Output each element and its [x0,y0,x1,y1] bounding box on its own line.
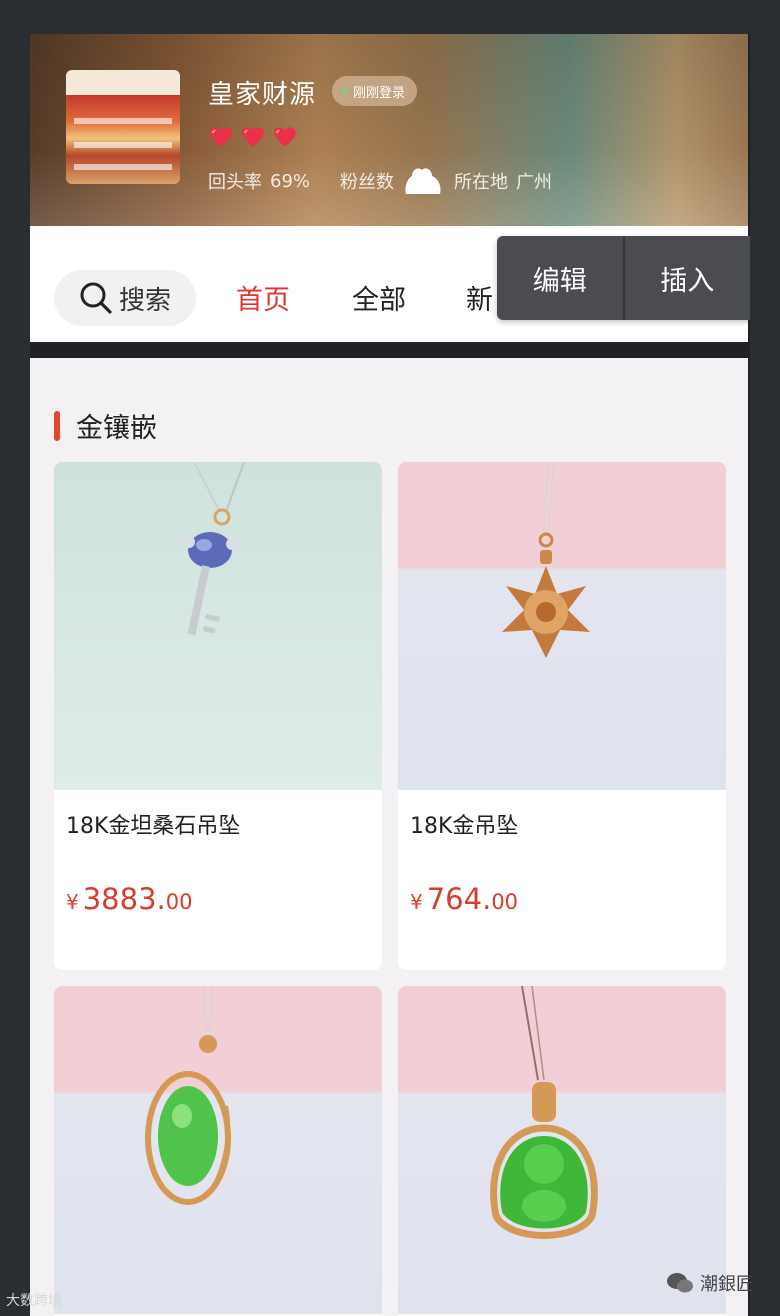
watermark-right-text: 潮銀匠 [700,1274,754,1295]
price-decimal: 00 [491,890,519,914]
price-integer: 764. [426,882,492,916]
tab-home[interactable]: 首页 [236,278,290,317]
location-value: 广州 [516,172,553,193]
shop-stats: 回头率 69% 粉丝数 所在地 广州 [208,164,552,198]
section-accent-bar [54,410,60,441]
product-image[interactable] [398,986,726,1314]
login-status-badge: 刚刚登录 [332,76,418,106]
wechat-icon [667,1273,693,1293]
edit-button[interactable]: 编辑 [497,236,623,320]
product-image[interactable] [54,986,382,1314]
price-decimal: 00 [165,890,193,914]
location-label: 所在地 [454,172,509,193]
product-card[interactable] [54,986,382,1316]
product-card[interactable] [398,986,726,1316]
repeat-rate: 回头率 69% [208,164,310,198]
section-header: 金镶嵌 [54,406,157,445]
shop-name: 皇家财源 [208,80,317,110]
watermark-left: 大数跨境 [6,1293,62,1309]
flower-pendant-image [502,462,590,658]
online-dot-icon [342,88,348,94]
product-image[interactable] [54,462,382,790]
fans-label: 粉丝数 [340,172,395,193]
location: 所在地 广州 [454,164,552,198]
watermark-right: 潮銀匠 [666,1270,754,1296]
product-name: 18K金吊坠 [410,814,519,839]
shop-header: 皇家财源 刚刚登录 回头率 69% 粉丝数 所在地 广州 [30,34,748,226]
product-section: 金镶嵌 18K金坦桑石吊坠 ¥ 3883. 00 18K金吊坠 ¥ 764. 0… [30,358,748,1316]
heart-icon [242,127,264,147]
redacted-blob-icon [405,168,441,194]
login-status-text: 刚刚登录 [353,85,406,101]
currency-symbol: ¥ [66,890,79,914]
heart-icon [274,127,296,147]
insert-button[interactable]: 插入 [625,236,751,320]
product-name: 18K金坦桑石吊坠 [66,814,241,839]
product-card[interactable]: 18K金坦桑石吊坠 ¥ 3883. 00 [54,462,382,970]
repeat-rate-label: 回头率 [208,172,262,193]
tab-new[interactable]: 新 [466,278,493,317]
section-title: 金镶嵌 [76,413,157,444]
product-card[interactable]: 18K金吊坠 ¥ 764. 00 [398,462,726,970]
shop-rating-hearts [208,124,298,150]
text-edit-popup: 编辑 插入 [497,236,750,320]
fans-count: 粉丝数 [340,164,454,198]
currency-symbol: ¥ [410,890,423,914]
search-button[interactable]: 搜索 [54,270,196,326]
key-pendant-image [183,462,245,636]
repeat-rate-value: 69% [270,170,311,192]
price-integer: 3883. [82,882,166,916]
phone-screen: 皇家财源 刚刚登录 回头率 69% 粉丝数 所在地 广州 搜索 首页 全部 新 … [30,34,750,1316]
product-price: ¥ 764. 00 [410,882,518,916]
tab-all[interactable]: 全部 [352,278,406,317]
shop-avatar[interactable] [66,70,180,184]
search-icon [80,282,112,314]
jade-pendant-image [145,986,231,1205]
product-image[interactable] [398,462,726,790]
heart-icon [210,127,232,147]
jade-buddha-pendant-image [490,986,598,1239]
search-label: 搜索 [118,285,171,316]
product-price: ¥ 3883. 00 [66,882,193,916]
